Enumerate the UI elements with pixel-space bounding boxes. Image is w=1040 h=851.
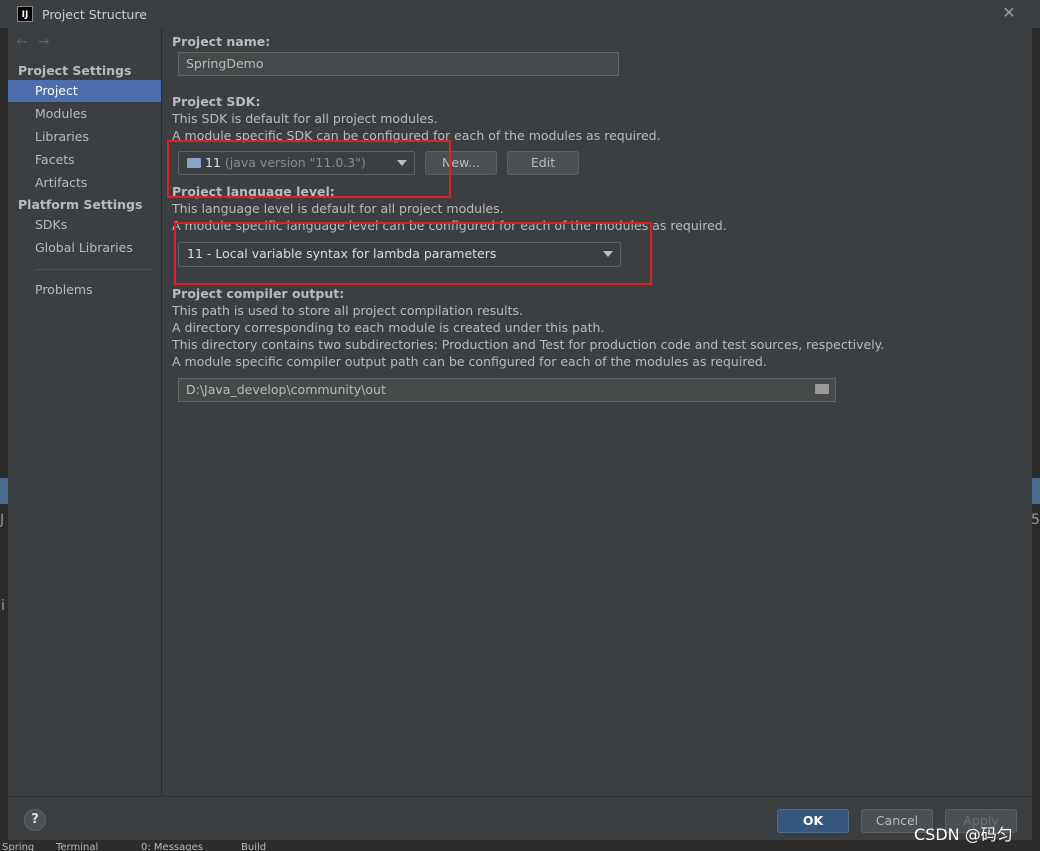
background-selection-band (1032, 478, 1040, 504)
language-level-description: This language level is default for all p… (172, 201, 504, 216)
compiler-output-path: D:\Java_develop\community\out (186, 382, 386, 397)
cancel-button-label: Cancel (875, 813, 919, 828)
status-item-messages[interactable]: 0: Messages (141, 842, 203, 851)
sidebar-divider (35, 269, 153, 270)
background-ide-right (1032, 28, 1040, 840)
sidebar-item-project[interactable]: Project (8, 80, 161, 102)
compiler-output-path-input[interactable]: D:\Java_develop\community\out (178, 378, 836, 402)
project-settings-panel: Project name: SpringDemo Project SDK: Th… (162, 28, 1032, 796)
project-sdk-label: Project SDK: (172, 94, 261, 109)
status-item-spring[interactable]: Spring (2, 842, 34, 851)
background-glyph: J (0, 512, 5, 528)
sidebar-item-problems[interactable]: Problems (8, 279, 161, 301)
project-name-label: Project name: (172, 34, 271, 49)
ide-status-bar: Spring Terminal 0: Messages Build (0, 840, 1040, 851)
background-ide-left (0, 28, 8, 840)
sidebar-item-global-libraries[interactable]: Global Libraries (8, 237, 161, 259)
window-title: Project Structure (42, 7, 147, 22)
highlight-box (174, 222, 652, 285)
sidebar-item-artifacts[interactable]: Artifacts (8, 172, 161, 194)
compiler-output-description: This path is used to store all project c… (172, 303, 523, 318)
ok-button[interactable]: OK (777, 809, 849, 833)
settings-sidebar: ←→ Project Settings Project Modules Libr… (8, 28, 162, 796)
sidebar-item-modules[interactable]: Modules (8, 103, 161, 125)
highlight-box (167, 140, 451, 198)
background-glyph: 5 (1031, 512, 1040, 528)
project-settings-heading: Project Settings (18, 63, 132, 78)
background-selection-band (0, 478, 8, 504)
sidebar-item-facets[interactable]: Facets (8, 149, 161, 171)
sidebar-item-libraries[interactable]: Libraries (8, 126, 161, 148)
intellij-app-icon: IJ (17, 6, 33, 22)
status-item-terminal[interactable]: Terminal (56, 842, 98, 851)
edit-sdk-button-label: Edit (530, 155, 556, 170)
sdk-description: This SDK is default for all project modu… (172, 111, 438, 126)
edit-sdk-button[interactable]: Edit (507, 151, 579, 175)
folder-browse-icon[interactable] (815, 384, 829, 394)
project-name-input[interactable]: SpringDemo (178, 52, 619, 76)
back-arrow-icon[interactable]: ← (16, 34, 38, 50)
compiler-output-label: Project compiler output: (172, 286, 345, 301)
watermark: CSDN @码匀 (914, 825, 1013, 844)
nav-back-forward[interactable]: ←→ (16, 34, 59, 50)
background-glyph: i (1, 598, 5, 614)
compiler-output-description: This directory contains two subdirectori… (172, 337, 885, 352)
compiler-output-description: A module specific compiler output path c… (172, 354, 767, 369)
help-button[interactable]: ? (24, 809, 46, 831)
title-bar: IJ Project Structure ✕ (0, 0, 1040, 29)
platform-settings-heading: Platform Settings (18, 197, 143, 212)
dialog-footer: ? OK Cancel Apply (8, 796, 1032, 841)
ok-button-label: OK (802, 813, 824, 828)
close-icon[interactable]: ✕ (1000, 4, 1018, 22)
forward-arrow-icon[interactable]: → (38, 34, 60, 50)
status-item-build[interactable]: Build (241, 842, 266, 851)
compiler-output-description: A directory corresponding to each module… (172, 320, 605, 335)
project-structure-dialog: IJ Project Structure ✕ J i 5 ←→ Project … (0, 0, 1040, 851)
sidebar-item-sdks[interactable]: SDKs (8, 214, 161, 236)
